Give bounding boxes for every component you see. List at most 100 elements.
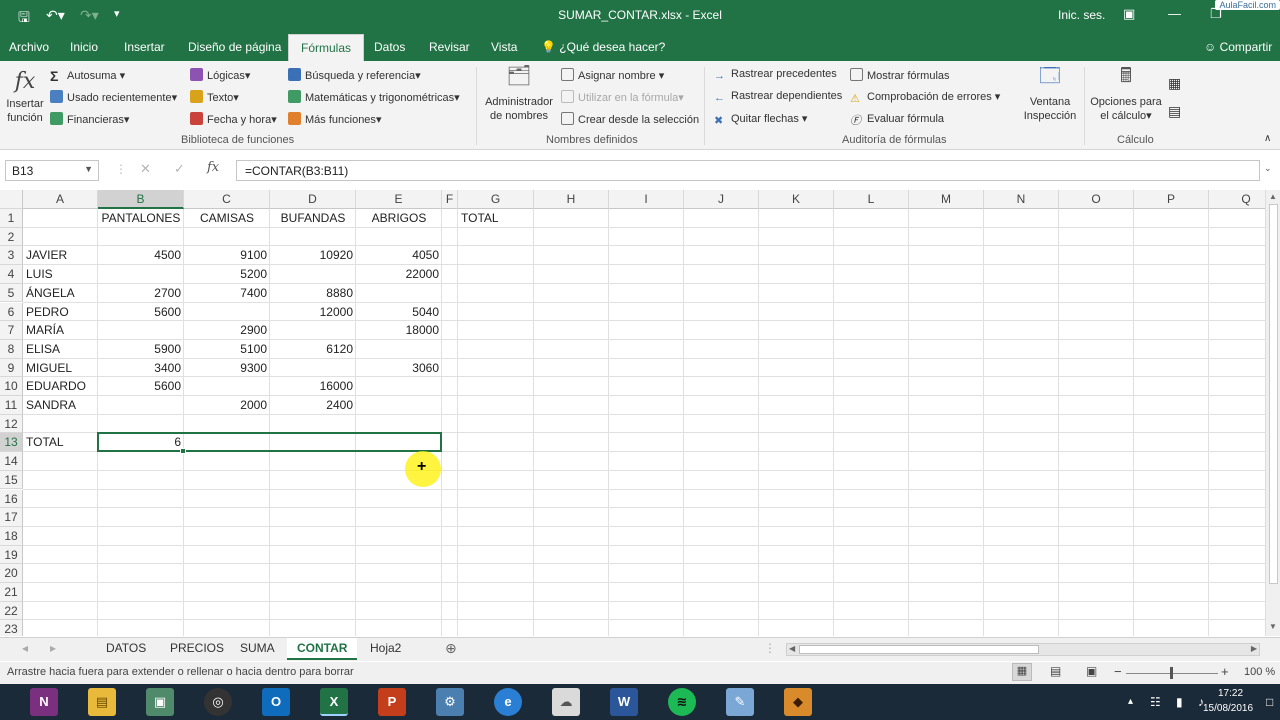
app-cube-icon[interactable]: ◆ bbox=[784, 688, 812, 716]
battery-icon[interactable]: ▮ bbox=[1176, 695, 1183, 709]
row-header-15[interactable]: 15 bbox=[0, 470, 23, 490]
cell-d1[interactable]: BUFANDAS bbox=[270, 209, 356, 228]
sheet-tab-hoja2[interactable]: Hoja2 bbox=[370, 641, 401, 655]
row-header-8[interactable]: 8 bbox=[0, 339, 23, 359]
cell-a13[interactable]: TOTAL bbox=[23, 433, 98, 452]
outlook-icon[interactable]: O bbox=[262, 688, 290, 716]
row-header-21[interactable]: 21 bbox=[0, 583, 23, 602]
row-header-23[interactable]: 23 bbox=[0, 620, 23, 636]
page-break-view-icon[interactable]: ▣ bbox=[1086, 664, 1097, 678]
column-header-n[interactable]: N bbox=[984, 190, 1059, 209]
cell-a9[interactable]: MIGUEL bbox=[23, 359, 98, 378]
calc-options-button[interactable]: 🖩 Opciones para el cálculo▾ bbox=[1088, 66, 1164, 123]
clock-date[interactable]: 15/08/2016 bbox=[1203, 703, 1253, 714]
remove-arrows-button[interactable]: ✖ Quitar flechas ▾ bbox=[714, 112, 807, 127]
fill-handle[interactable] bbox=[180, 448, 186, 455]
define-name-button[interactable]: Asignar nombre ▾ bbox=[561, 68, 664, 82]
cell-a10[interactable]: EDUARDO bbox=[23, 377, 98, 396]
column-header-p[interactable]: P bbox=[1134, 190, 1209, 209]
create-from-selection-button[interactable]: Crear desde la selección bbox=[561, 112, 699, 126]
row-header-2[interactable]: 2 bbox=[0, 227, 23, 247]
trace-dependents-button[interactable]: ← Rastrear dependientes bbox=[714, 90, 842, 105]
sheet-tab-contar[interactable]: CONTAR bbox=[287, 638, 358, 660]
cell-a4[interactable]: LUIS bbox=[23, 265, 98, 284]
column-header-m[interactable]: M bbox=[909, 190, 984, 209]
financial-button[interactable]: Financieras▾ bbox=[50, 112, 129, 126]
share-button[interactable]: ☺ Compartir bbox=[1204, 40, 1272, 54]
cell-e3[interactable]: 4050 bbox=[356, 246, 442, 265]
cell-d3[interactable]: 10920 bbox=[270, 246, 356, 265]
add-sheet-icon[interactable]: ⊕ bbox=[445, 640, 457, 657]
horizontal-scroll-thumb[interactable] bbox=[799, 645, 1039, 654]
row-header-5[interactable]: 5 bbox=[0, 283, 23, 303]
cell-d5[interactable]: 8880 bbox=[270, 284, 356, 303]
cell-e9[interactable]: 3060 bbox=[356, 359, 442, 378]
column-header-e[interactable]: E bbox=[356, 190, 442, 209]
sheet-tab-datos[interactable]: DATOS bbox=[106, 641, 146, 655]
calc-now-icon[interactable]: ▦ bbox=[1168, 75, 1181, 92]
evaluate-formula-button[interactable]: Ⓕ Evaluar fórmula bbox=[850, 112, 944, 127]
row-header-7[interactable]: 7 bbox=[0, 321, 23, 340]
vertical-scrollbar[interactable]: ▲ ▼ bbox=[1265, 190, 1280, 636]
cell-b6[interactable]: 5600 bbox=[98, 303, 184, 322]
cell-d11[interactable]: 2400 bbox=[270, 396, 356, 415]
cell-d8[interactable]: 6120 bbox=[270, 340, 356, 359]
autosum-button[interactable]: Σ Autosuma ▾ bbox=[50, 68, 125, 84]
row-header-9[interactable]: 9 bbox=[0, 358, 23, 378]
media-player-icon[interactable]: ◎ bbox=[204, 688, 232, 716]
column-header-k[interactable]: K bbox=[759, 190, 834, 209]
split-handle-icon[interactable]: ⋮ bbox=[764, 641, 776, 655]
enter-icon[interactable]: ✓ bbox=[174, 161, 185, 177]
column-header-a[interactable]: A bbox=[23, 190, 98, 209]
error-checking-button[interactable]: ⚠ Comprobación de errores ▾ bbox=[850, 90, 1000, 105]
cell-b10[interactable]: 5600 bbox=[98, 377, 184, 396]
insert-function-icon[interactable]: fx bbox=[207, 160, 219, 175]
row-header-6[interactable]: 6 bbox=[0, 302, 23, 322]
browser-icon[interactable]: e bbox=[494, 688, 522, 716]
row-header-22[interactable]: 22 bbox=[0, 601, 23, 621]
cell-d6[interactable]: 12000 bbox=[270, 303, 356, 322]
tab-archivo[interactable]: Archivo bbox=[9, 40, 49, 54]
text-button[interactable]: Texto▾ bbox=[190, 90, 239, 104]
name-box[interactable]: B13 ▼ bbox=[5, 160, 99, 181]
watch-window-button[interactable]: 🗔 Ventana Inspección bbox=[1018, 66, 1082, 123]
show-formulas-button[interactable]: Mostrar fórmulas bbox=[850, 68, 950, 82]
insert-function-button[interactable]: fx Insertar función bbox=[4, 67, 46, 125]
sign-in-link[interactable]: Inic. ses. bbox=[1058, 8, 1105, 22]
network-icon[interactable]: ☷ bbox=[1150, 695, 1161, 709]
collapse-ribbon-icon[interactable]: ∧ bbox=[1264, 133, 1271, 144]
cell-a5[interactable]: ÁNGELA bbox=[23, 284, 98, 303]
row-header-18[interactable]: 18 bbox=[0, 526, 23, 546]
tab-datos[interactable]: Datos bbox=[374, 40, 405, 54]
next-sheet-icon[interactable]: ▸ bbox=[50, 641, 56, 655]
cell-c3[interactable]: 9100 bbox=[184, 246, 270, 265]
cell-a6[interactable]: PEDRO bbox=[23, 303, 98, 322]
column-header-i[interactable]: I bbox=[609, 190, 684, 209]
column-header-d[interactable]: D bbox=[270, 190, 356, 209]
cell-a8[interactable]: ELISA bbox=[23, 340, 98, 359]
cell-a3[interactable]: JAVIER bbox=[23, 246, 98, 265]
row-header-12[interactable]: 12 bbox=[0, 414, 23, 434]
column-header-f[interactable]: F bbox=[442, 190, 458, 209]
use-in-formula-button[interactable]: Utilizar en la fórmula▾ bbox=[561, 90, 684, 104]
name-manager-button[interactable]: 🗂 Administrador de nombres bbox=[482, 66, 556, 123]
cell-c8[interactable]: 5100 bbox=[184, 340, 270, 359]
column-header-j[interactable]: J bbox=[684, 190, 759, 209]
cell-c9[interactable]: 9300 bbox=[184, 359, 270, 378]
datetime-button[interactable]: Fecha y hora▾ bbox=[190, 112, 277, 126]
cell-e6[interactable]: 5040 bbox=[356, 303, 442, 322]
cell-c11[interactable]: 2000 bbox=[184, 396, 270, 415]
cloud-app-icon[interactable]: ☁ bbox=[552, 688, 580, 716]
column-header-q[interactable]: Q bbox=[1209, 190, 1265, 209]
scroll-left-icon[interactable]: ◀ bbox=[789, 644, 795, 653]
notifications-icon[interactable]: □ bbox=[1266, 695, 1273, 709]
file-explorer-icon[interactable]: ▤ bbox=[88, 688, 116, 716]
row-header-13[interactable]: 13 bbox=[0, 433, 23, 453]
cancel-icon[interactable]: ✕ bbox=[140, 161, 151, 177]
minimize-icon[interactable]: — bbox=[1168, 6, 1181, 21]
cell-a7[interactable]: MARÍA bbox=[23, 321, 98, 340]
lookup-button[interactable]: Búsqueda y referencia▾ bbox=[288, 68, 421, 82]
column-header-o[interactable]: O bbox=[1059, 190, 1134, 209]
tab-revisar[interactable]: Revisar bbox=[429, 40, 470, 54]
logical-button[interactable]: Lógicas▾ bbox=[190, 68, 250, 82]
